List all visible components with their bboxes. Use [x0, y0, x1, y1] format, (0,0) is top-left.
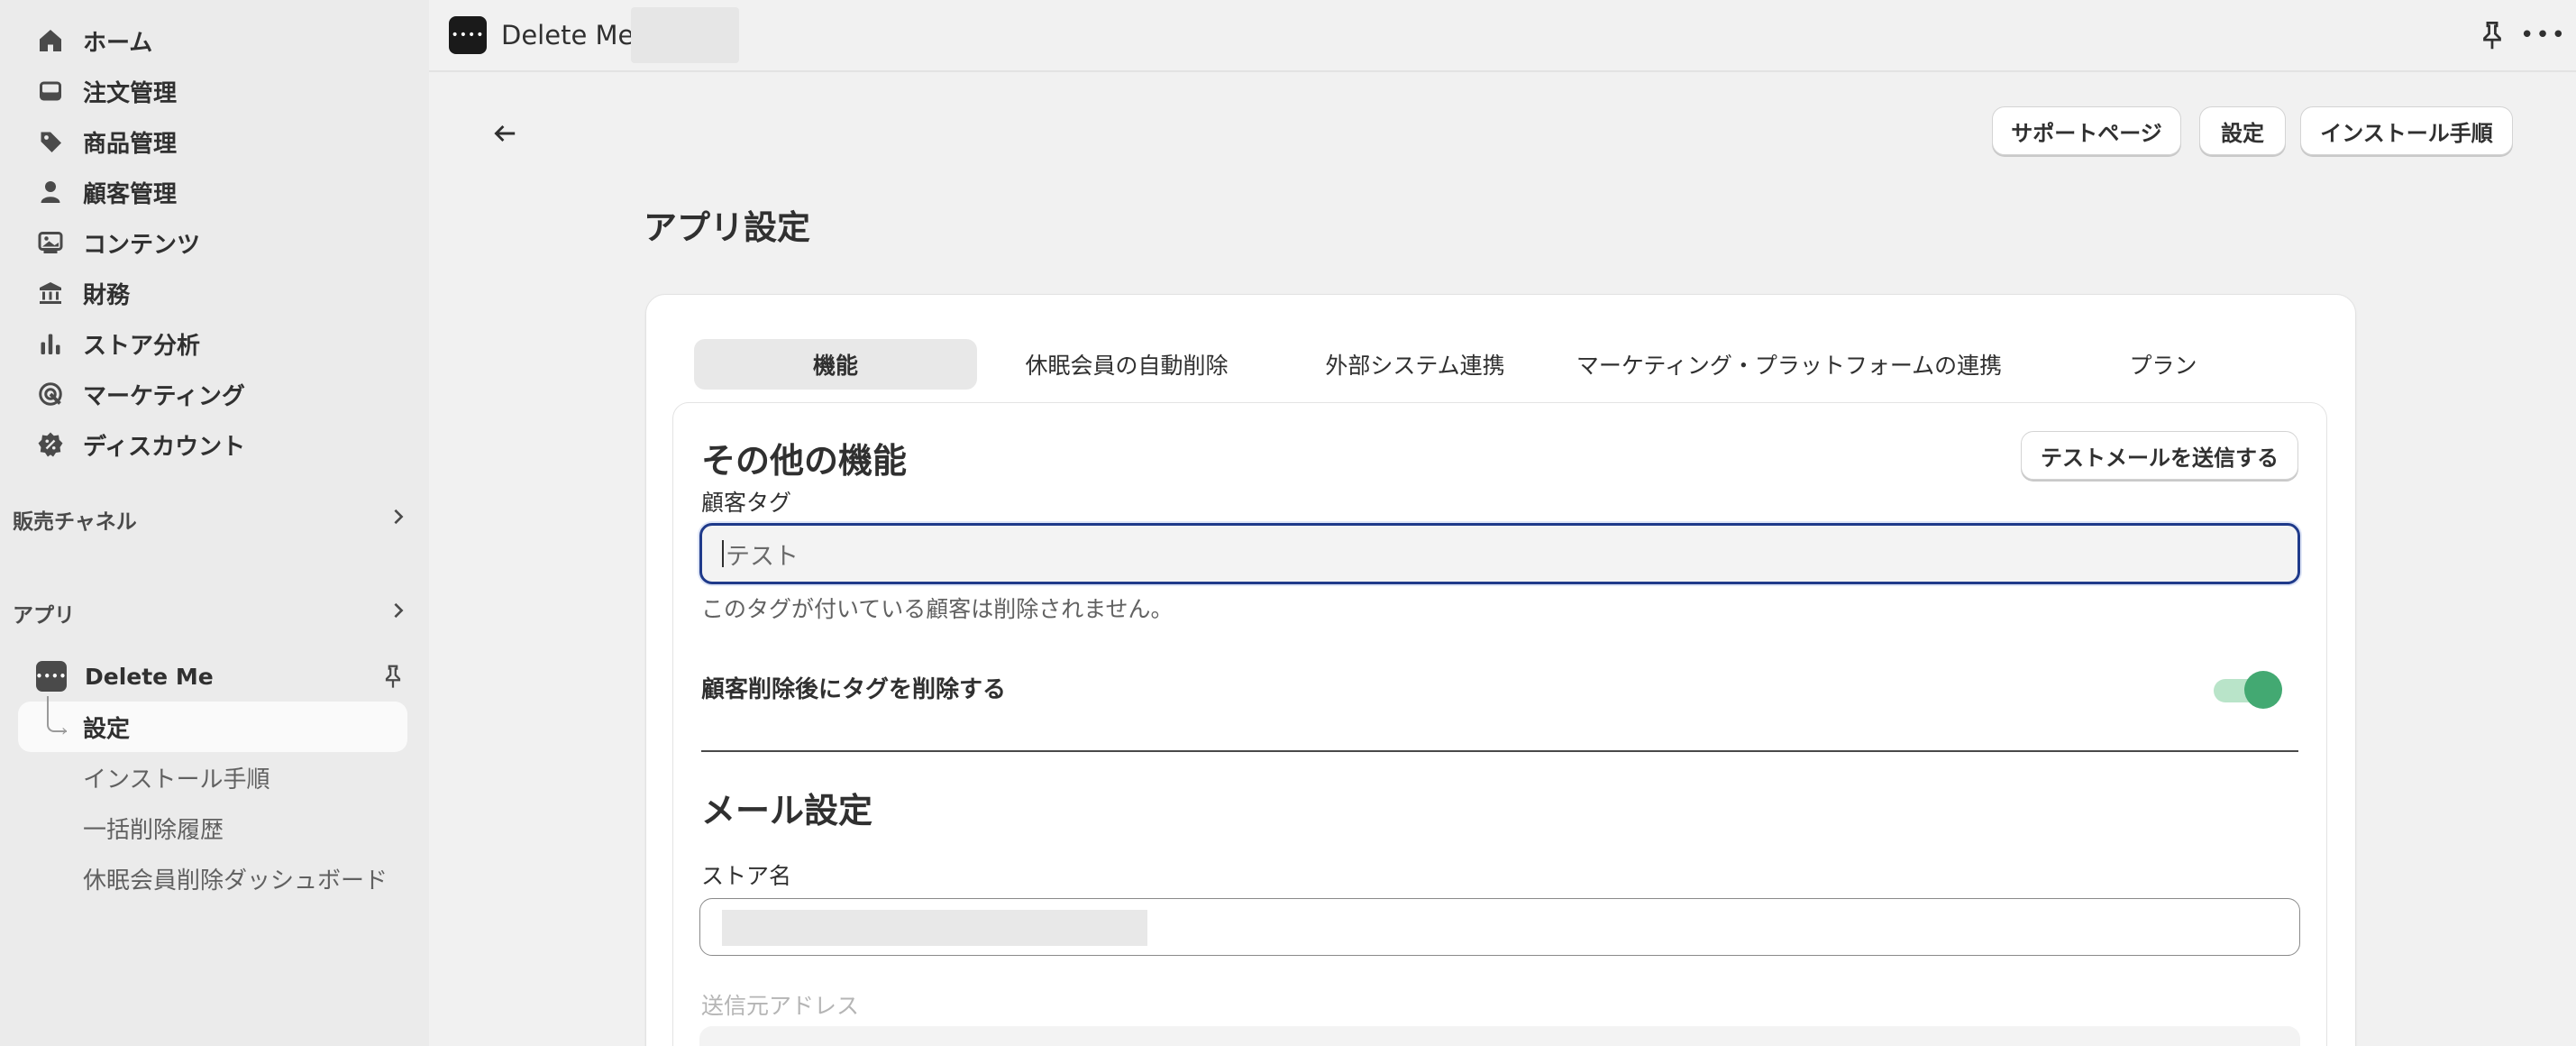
section-divider [701, 750, 2298, 752]
app-logo-icon: •••• [36, 661, 67, 692]
sidebar-item-marketing[interactable]: マーケティング [36, 373, 245, 415]
sidebar-item-label: マーケティング [83, 382, 245, 410]
person-icon [36, 178, 65, 206]
inbox-icon [36, 77, 65, 106]
sidebar-item-label: 商品管理 [83, 130, 178, 158]
image-icon [36, 228, 65, 257]
tab-external-integration[interactable]: 外部システム連携 [1280, 339, 1550, 390]
sidebar-subitem-install[interactable]: インストール手順 [83, 759, 269, 795]
toggle-knob [2244, 671, 2282, 709]
sales-channels-section[interactable]: 販売チャネル [13, 501, 409, 537]
home-icon [36, 26, 65, 55]
target-icon [36, 380, 65, 408]
sidebar-item-label: ディスカウント [83, 433, 246, 461]
sidebar-item-label: ホーム [83, 29, 153, 57]
app-title: Delete Me [501, 20, 635, 50]
install-guide-button[interactable]: インストール手順 [2300, 106, 2513, 155]
sidebar-app-delete-me[interactable]: •••• Delete Me [36, 656, 406, 696]
mail-settings-heading: メール設定 [701, 791, 873, 830]
app-topbar: •••• Delete Me ••• [429, 0, 2576, 72]
sidebar-item-content[interactable]: コンテンツ [36, 222, 200, 263]
sidebar-item-label: コンテンツ [83, 231, 201, 259]
sidebar-subitem-settings[interactable]: 設定 [83, 709, 130, 745]
customer-tag-placeholder: テスト [726, 542, 799, 571]
delete-tag-label: 顧客削除後にタグを削除する [701, 676, 1007, 703]
store-name-input[interactable] [699, 898, 2300, 956]
sidebar-item-label: 注文管理 [83, 79, 178, 107]
customer-tag-help: このタグが付いている顧客は削除されません。 [701, 596, 1174, 622]
text-caret [722, 540, 724, 567]
sidebar-item-analytics[interactable]: ストア分析 [36, 323, 200, 364]
tab-marketing-platform[interactable]: マーケティング・プラットフォームの連携 [1568, 339, 2010, 390]
discount-icon [36, 430, 65, 459]
back-arrow-icon[interactable] [483, 112, 526, 155]
sidebar-subitem-bulk-delete-history[interactable]: 一括削除履歴 [83, 810, 224, 846]
customer-tag-input[interactable]: テスト [699, 523, 2300, 584]
sender-address-label: 送信元アドレス [701, 993, 860, 1019]
apps-section[interactable]: アプリ [13, 595, 409, 631]
sales-channels-label: 販売チャネル [13, 510, 137, 534]
settings-button[interactable]: 設定 [2199, 106, 2286, 155]
page-title: アプリ設定 [644, 208, 810, 247]
chevron-right-icon [388, 600, 409, 627]
app-logo-icon: •••• [449, 16, 487, 54]
more-options-icon[interactable]: ••• [2520, 20, 2565, 50]
sidebar-item-finance[interactable]: 財務 [36, 272, 130, 314]
sidebar-app-name: Delete Me [85, 663, 214, 690]
sidebar-item-label: ストア分析 [83, 332, 201, 360]
sidebar-item-orders[interactable]: 注文管理 [36, 70, 177, 112]
apps-label: アプリ [13, 604, 75, 628]
sidebar-subitem-dormant-dashboard[interactable]: 休眠会員削除ダッシュボード [83, 860, 388, 896]
delete-tag-toggle[interactable] [2214, 671, 2284, 709]
pin-icon[interactable] [2477, 20, 2507, 50]
sidebar: ホーム 注文管理 商品管理 顧客管理 コンテンツ 財務 ストア分析 マーケティン… [0, 0, 429, 1046]
tree-arrow-icon: › [61, 721, 69, 740]
bank-icon [36, 279, 65, 307]
tab-plan[interactable]: プラン [2073, 339, 2253, 390]
bar-chart-icon [36, 329, 65, 358]
send-test-email-button[interactable]: テストメールを送信する [2021, 431, 2298, 480]
support-page-button[interactable]: サポートページ [1992, 106, 2181, 155]
chevron-right-icon [388, 506, 409, 533]
customer-tag-label: 顧客タグ [701, 490, 792, 516]
tab-dormant-auto-delete[interactable]: 休眠会員の自動削除 [991, 339, 1262, 390]
sidebar-item-products[interactable]: 商品管理 [36, 121, 177, 162]
redacted-value [722, 910, 1147, 946]
sidebar-item-discounts[interactable]: ディスカウント [36, 424, 245, 465]
tab-features[interactable]: 機能 [694, 339, 977, 390]
sidebar-item-label: 財務 [83, 281, 131, 309]
sidebar-item-customers[interactable]: 顧客管理 [36, 171, 177, 213]
sidebar-item-label: 顧客管理 [83, 180, 178, 208]
pin-icon[interactable] [380, 664, 406, 689]
redacted-area [631, 7, 739, 63]
tag-icon [36, 127, 65, 156]
store-name-label: ストア名 [701, 863, 792, 889]
sidebar-item-home[interactable]: ホーム [36, 20, 152, 61]
sender-address-input[interactable] [699, 1026, 2300, 1046]
sidebar-subitem-active-bg [18, 702, 407, 752]
other-features-heading: その他の機能 [701, 441, 908, 481]
